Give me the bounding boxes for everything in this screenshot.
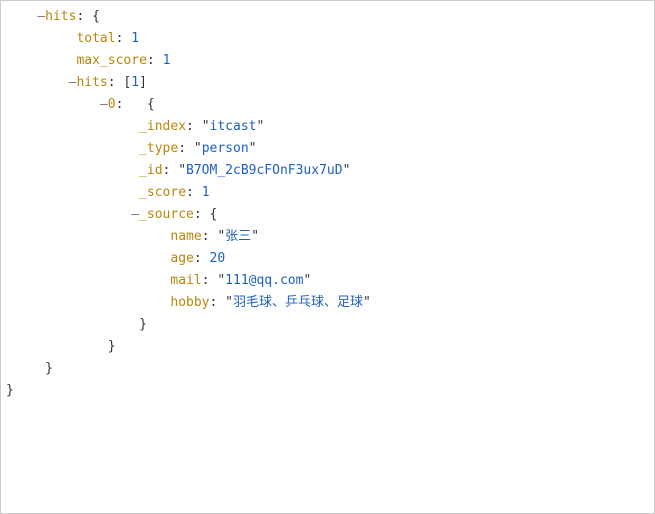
collapse-toggle-icon[interactable]: —	[131, 207, 139, 222]
json-line[interactable]: _id: "B7OM_2cB9cFOnF3ux7uD"	[6, 160, 649, 182]
json-number: 20	[210, 251, 226, 266]
brace-open: {	[147, 97, 155, 112]
brace-open: {	[210, 207, 218, 222]
quote-icon: "	[303, 273, 311, 288]
json-key: mail	[170, 273, 201, 288]
json-key: _source	[139, 207, 194, 222]
json-key: hits	[76, 75, 107, 90]
colon: :	[202, 273, 218, 288]
quote-icon: "	[217, 229, 225, 244]
json-line[interactable]: }	[6, 380, 649, 402]
colon: :	[147, 53, 163, 68]
colon: :	[116, 31, 132, 46]
colon: :	[116, 97, 147, 112]
quote-icon: "	[217, 273, 225, 288]
json-key: hits	[45, 9, 76, 24]
brace-close: }	[139, 317, 147, 332]
json-line[interactable]: hobby: "羽毛球、乒乓球、足球"	[6, 292, 649, 314]
json-string: 张三	[225, 229, 251, 244]
json-line[interactable]: name: "张三"	[6, 226, 649, 248]
brace-open: {	[92, 9, 100, 24]
json-line[interactable]: —0: {	[6, 94, 649, 116]
json-key: _score	[139, 185, 186, 200]
json-line[interactable]: }	[6, 336, 649, 358]
array-length: 1	[131, 75, 139, 90]
json-line[interactable]: —hits: [1]	[6, 72, 649, 94]
json-string: itcast	[210, 119, 257, 134]
json-key: 0	[108, 97, 116, 112]
quote-icon: "	[225, 295, 233, 310]
json-key: total	[76, 31, 115, 46]
json-viewer: —hits: { total: 1 max_score: 1 —hits: [1…	[0, 0, 655, 514]
colon: :	[194, 207, 210, 222]
json-key: _index	[139, 119, 186, 134]
brace-close: }	[45, 361, 53, 376]
json-line[interactable]: _score: 1	[6, 182, 649, 204]
collapse-toggle-icon[interactable]: —	[100, 97, 108, 112]
json-line[interactable]: age: 20	[6, 248, 649, 270]
json-number: 1	[202, 185, 210, 200]
json-key: name	[170, 229, 201, 244]
json-number: 1	[163, 53, 171, 68]
json-key: max_score	[76, 53, 146, 68]
bracket-close: ]	[139, 75, 147, 90]
json-key: age	[170, 251, 193, 266]
json-line[interactable]: _index: "itcast"	[6, 116, 649, 138]
json-line[interactable]: }	[6, 358, 649, 380]
colon: :	[108, 75, 124, 90]
json-string: 羽毛球、乒乓球、足球	[233, 295, 363, 310]
colon: :	[186, 119, 202, 134]
json-line[interactable]: total: 1	[6, 28, 649, 50]
json-line[interactable]: }	[6, 314, 649, 336]
json-line[interactable]: _type: "person"	[6, 138, 649, 160]
json-key: hobby	[170, 295, 209, 310]
colon: :	[210, 295, 226, 310]
json-line[interactable]: max_score: 1	[6, 50, 649, 72]
json-line[interactable]: mail: "111@qq.com"	[6, 270, 649, 292]
json-key: _type	[139, 141, 178, 156]
json-string: B7OM_2cB9cFOnF3ux7uD	[186, 163, 343, 178]
quote-icon: "	[343, 163, 351, 178]
quote-icon: "	[249, 141, 257, 156]
collapse-toggle-icon[interactable]: —	[37, 9, 45, 24]
json-string: 111@qq.com	[225, 273, 303, 288]
colon: :	[178, 141, 194, 156]
quote-icon: "	[363, 295, 371, 310]
colon: :	[163, 163, 179, 178]
colon: :	[76, 9, 92, 24]
json-number: 1	[131, 31, 139, 46]
brace-close: }	[6, 383, 14, 398]
quote-icon: "	[251, 229, 259, 244]
json-string: person	[202, 141, 249, 156]
json-key: _id	[139, 163, 162, 178]
colon: :	[194, 251, 210, 266]
quote-icon: "	[202, 119, 210, 134]
colon: :	[202, 229, 218, 244]
quote-icon: "	[256, 119, 264, 134]
quote-icon: "	[194, 141, 202, 156]
json-line[interactable]: —hits: {	[6, 6, 649, 28]
colon: :	[186, 185, 202, 200]
quote-icon: "	[178, 163, 186, 178]
brace-close: }	[108, 339, 116, 354]
json-line[interactable]: —_source: {	[6, 204, 649, 226]
